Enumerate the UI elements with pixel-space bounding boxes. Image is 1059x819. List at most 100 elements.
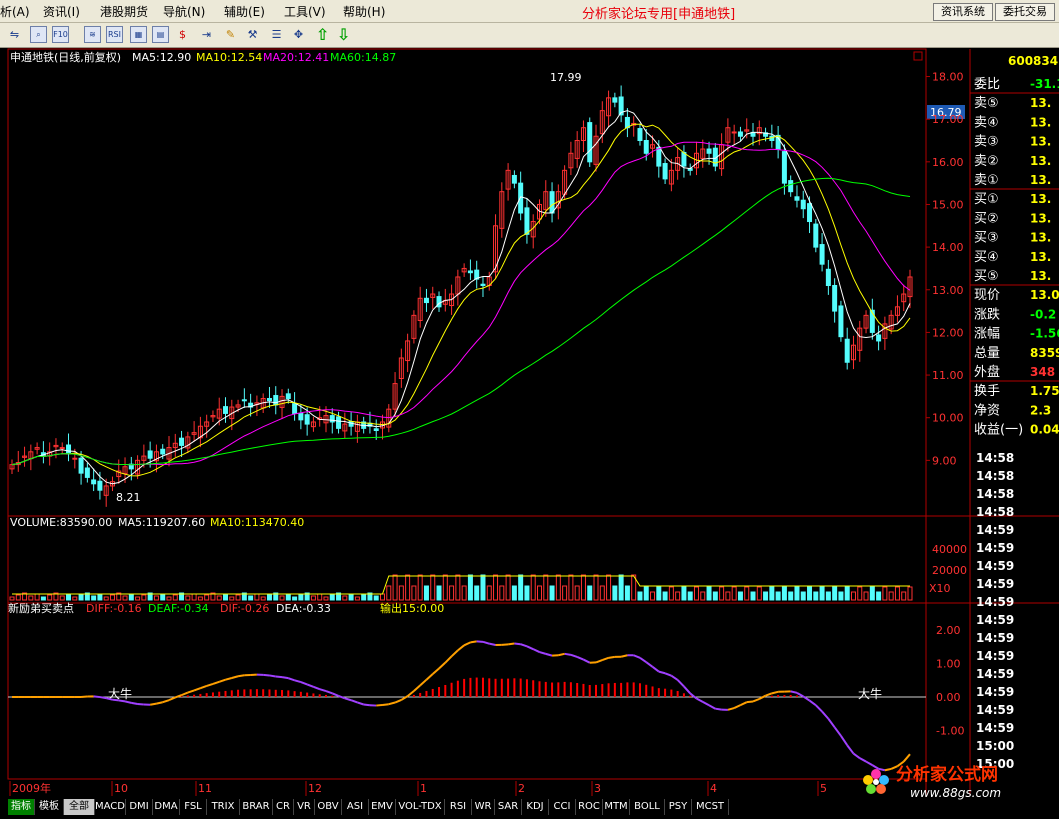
tab-11[interactable]: OBV — [315, 799, 342, 815]
info-value: 13. — [1030, 154, 1051, 168]
tab-3[interactable]: MACD — [95, 799, 126, 815]
dollar-icon[interactable]: $ — [174, 26, 191, 43]
info-value: 13. — [1030, 96, 1051, 110]
volume-bar — [59, 595, 65, 601]
candle-body — [223, 406, 229, 414]
volume-bar — [15, 594, 21, 601]
dif-segment — [237, 674, 245, 678]
menu-item-5[interactable]: 工具(V) — [284, 3, 326, 20]
dif-segment — [325, 690, 333, 695]
down-arrow-icon[interactable]: ⇩ — [335, 26, 352, 43]
candle-body — [511, 174, 517, 184]
volume-bar — [47, 594, 53, 601]
tools-icon[interactable]: ⚒ — [244, 26, 261, 43]
info-value: 13. — [1030, 135, 1051, 149]
menu-item-2[interactable]: 港股期货 — [100, 3, 148, 20]
volume-bar — [844, 586, 850, 601]
tab-15[interactable]: RSI — [445, 799, 472, 815]
tab-20[interactable]: ROC — [576, 799, 603, 815]
trend-icon[interactable]: ≋ — [84, 26, 101, 43]
candle-body — [643, 140, 649, 154]
info-value: 13. — [1030, 250, 1051, 264]
zoom-icon[interactable]: ⌕ — [30, 26, 47, 43]
tab-21[interactable]: MTM — [603, 799, 630, 815]
menu-item-1[interactable]: 资讯(I) — [43, 3, 80, 20]
info-value: 2.3 — [1030, 403, 1051, 417]
trade-button[interactable]: 委托交易 — [995, 3, 1055, 21]
dif-segment — [601, 656, 609, 661]
pencil-icon[interactable]: ✎ — [222, 26, 239, 43]
dif-segment — [576, 656, 584, 661]
candle-body — [681, 151, 687, 167]
candle-body — [292, 403, 298, 414]
nav-icon[interactable]: ⇋ — [6, 26, 23, 43]
candle-body — [518, 182, 524, 214]
dif-segment — [670, 674, 679, 681]
table-icon[interactable]: ▦ — [130, 26, 147, 43]
tab-13[interactable]: EMV — [369, 799, 396, 815]
tab-23[interactable]: PSY — [665, 799, 692, 815]
dif-segment — [206, 682, 214, 687]
chart-area[interactable]: 申通地铁(日线,前复权) MA5:12.90 MA10:12.54 MA20:1… — [0, 48, 1059, 796]
chart-svg[interactable]: 申通地铁(日线,前复权) MA5:12.90 MA10:12.54 MA20:1… — [0, 48, 1059, 796]
tab-12[interactable]: ASI — [342, 799, 369, 815]
candle-body — [97, 480, 103, 491]
candle-body — [373, 428, 379, 432]
up-arrow-icon[interactable]: ⇧ — [314, 26, 331, 43]
move-icon[interactable]: ✥ — [290, 26, 307, 43]
volume-bar — [530, 574, 536, 601]
menu-item-4[interactable]: 辅助(E) — [224, 3, 265, 20]
dif-segment — [99, 696, 107, 700]
price-axis-label: 14.00 — [932, 241, 964, 254]
tab-9[interactable]: CR — [273, 799, 294, 815]
tab-8[interactable]: BRAR — [240, 799, 273, 815]
ma5-label: MA5:12.90 — [132, 51, 191, 64]
f10-icon[interactable]: F10 — [52, 26, 69, 43]
close-box[interactable] — [913, 51, 923, 61]
dif-segment — [727, 707, 735, 711]
dif-segment — [225, 677, 233, 681]
volume-bar — [643, 586, 649, 601]
tab-10[interactable]: VR — [294, 799, 315, 815]
info-key: 卖② — [974, 154, 999, 169]
dif-segment — [394, 699, 402, 704]
tab-22[interactable]: BOLL — [630, 799, 665, 815]
info-system-button[interactable]: 资讯系统 — [933, 3, 993, 21]
tab-19[interactable]: CCI — [549, 799, 576, 815]
dif-segment — [771, 690, 779, 695]
menu-item-3[interactable]: 导航(N) — [163, 3, 205, 20]
dif-segment — [645, 661, 654, 668]
watermark-url: www.88gs.com — [910, 786, 1001, 800]
tab-2[interactable]: 全部 — [64, 799, 95, 815]
tab-5[interactable]: DMA — [153, 799, 180, 815]
grid-icon[interactable]: ▤ — [152, 26, 169, 43]
tab-4[interactable]: DMI — [126, 799, 153, 815]
candle-body — [587, 122, 593, 163]
dif-segment — [526, 645, 534, 651]
tab-7[interactable]: TRIX — [207, 799, 240, 815]
volume-bar — [223, 593, 229, 601]
rsi-icon[interactable]: RSI — [106, 26, 123, 43]
volume-bar — [763, 591, 769, 601]
tab-1[interactable]: 模板 — [35, 799, 64, 815]
tab-14[interactable]: VOL-TDX — [396, 799, 445, 815]
tab-16[interactable]: WR — [472, 799, 495, 815]
tab-18[interactable]: KDJ — [522, 799, 549, 815]
dif-segment — [676, 679, 685, 688]
volume-bar — [66, 593, 72, 601]
volume-bar — [850, 591, 856, 601]
dif-segment — [331, 692, 339, 697]
menu-item-0[interactable]: 析(A) — [0, 3, 30, 20]
tab-6[interactable]: FSL — [180, 799, 207, 815]
dif-segment — [740, 701, 748, 707]
dif-segment — [275, 675, 283, 679]
volume-bar — [788, 591, 794, 601]
tab-24[interactable]: MCST — [692, 799, 729, 815]
volume-bar — [901, 591, 907, 601]
export-icon[interactable]: ⇥ — [198, 26, 215, 43]
menu-item-6[interactable]: 帮助(H) — [343, 3, 385, 20]
tab-17[interactable]: SAR — [495, 799, 522, 815]
tab-0[interactable]: 指标 — [8, 799, 35, 815]
dif-segment — [658, 670, 666, 675]
list-icon[interactable]: ☰ — [268, 26, 285, 43]
